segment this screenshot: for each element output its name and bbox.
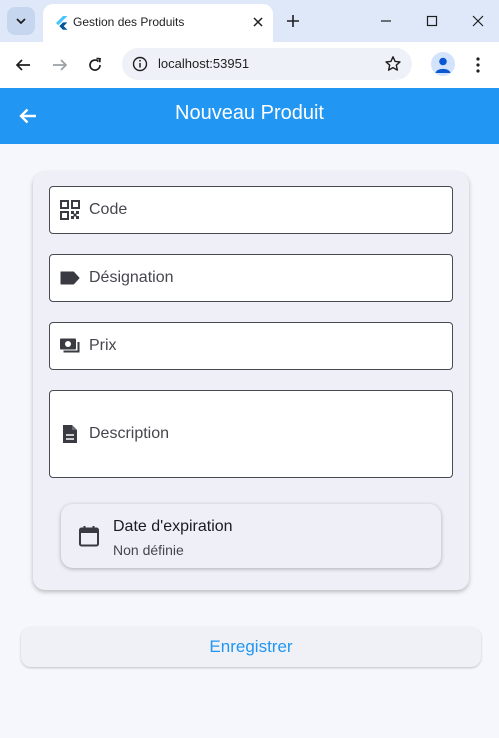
- browser-toolbar: localhost:53951: [0, 42, 499, 88]
- tab-search-button[interactable]: [7, 7, 35, 35]
- expiry-date-title: Date d'expiration: [113, 518, 233, 535]
- star-icon: [385, 56, 401, 71]
- minimize-button[interactable]: [374, 9, 398, 33]
- save-button[interactable]: Enregistrer: [21, 627, 481, 667]
- app-bar: Nouveau Produit: [0, 88, 499, 144]
- profile-button[interactable]: [431, 52, 455, 76]
- browser-tab-strip: Gestion des Produits: [0, 0, 499, 42]
- more-vert-icon: [476, 57, 480, 73]
- minimize-icon: [381, 20, 391, 22]
- arrow-right-icon: [53, 59, 68, 71]
- tab-close-button[interactable]: [249, 13, 267, 31]
- chevron-down-icon: [16, 18, 26, 25]
- browser-forward-button[interactable]: [48, 53, 72, 77]
- qr-code-icon: [59, 199, 81, 221]
- maximize-icon: [426, 15, 438, 27]
- description-icon: [59, 423, 81, 445]
- plus-icon: [287, 15, 299, 27]
- expiry-date-value: Non définie: [113, 542, 184, 558]
- code-field-label: Code: [89, 201, 128, 218]
- site-info-button[interactable]: [130, 54, 150, 74]
- expiry-date-picker[interactable]: Date d'expiration Non définie: [61, 504, 441, 568]
- reload-button[interactable]: [83, 53, 107, 77]
- save-button-label: Enregistrer: [209, 637, 293, 656]
- reload-icon: [89, 57, 101, 71]
- description-field-label: Description: [89, 425, 170, 442]
- address-bar[interactable]: localhost:53951: [122, 48, 412, 80]
- code-field[interactable]: Code: [49, 186, 453, 234]
- description-field[interactable]: Description: [49, 390, 453, 478]
- maximize-button[interactable]: [420, 9, 444, 33]
- person-icon: [435, 57, 451, 73]
- browser-tab[interactable]: Gestion des Produits: [43, 4, 273, 42]
- close-icon: [472, 15, 484, 27]
- designation-field[interactable]: Désignation: [49, 254, 453, 302]
- arrow-left-icon: [15, 59, 30, 71]
- browser-back-button[interactable]: [11, 53, 35, 77]
- label-icon: [59, 267, 81, 289]
- url-text[interactable]: localhost:53951: [158, 56, 249, 71]
- page-title: Nouveau Produit: [175, 102, 324, 124]
- money-icon: [59, 335, 81, 357]
- close-icon: [253, 17, 263, 27]
- browser-menu-button[interactable]: [468, 53, 488, 77]
- bookmark-button[interactable]: [383, 54, 403, 74]
- price-field-label: Prix: [89, 337, 117, 354]
- new-tab-button[interactable]: [282, 10, 304, 32]
- tab-title: Gestion des Produits: [73, 15, 185, 29]
- info-icon: [132, 56, 148, 72]
- flutter-icon: [56, 16, 68, 30]
- calendar-icon: [77, 524, 101, 548]
- designation-field-label: Désignation: [89, 269, 174, 286]
- close-window-button[interactable]: [466, 9, 490, 33]
- price-field[interactable]: Prix: [49, 322, 453, 370]
